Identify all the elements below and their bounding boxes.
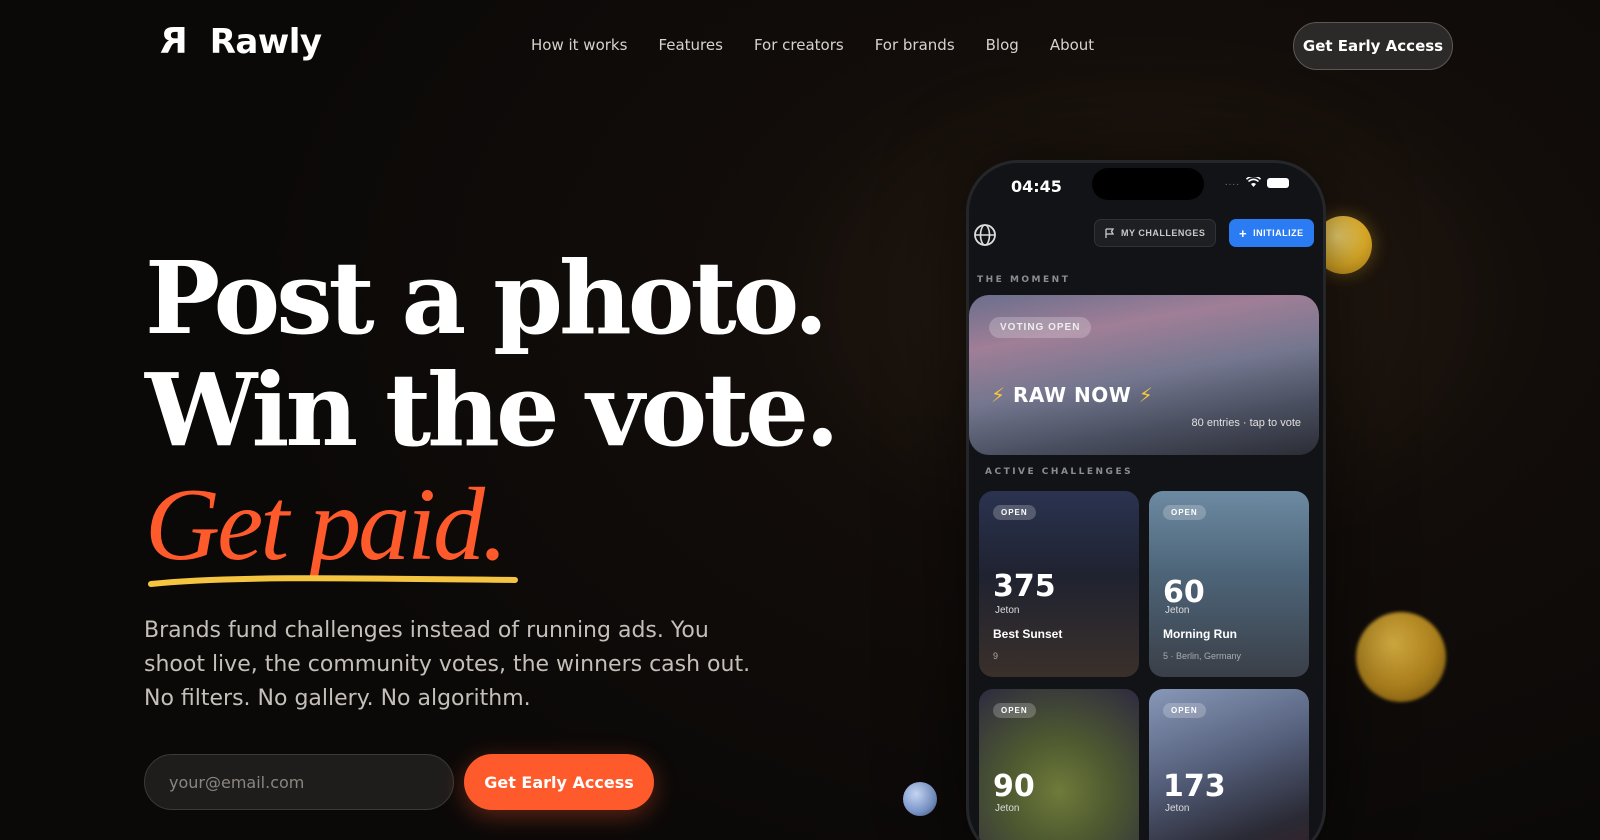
voting-status-badge: VOTING OPEN [989,317,1092,338]
status-icons: .... [1225,177,1289,188]
hero-early-access-button[interactable]: Get Early Access [464,754,654,810]
nav-link-features[interactable]: Features [658,36,723,54]
challenge-reward-unit: Jeton [1165,605,1190,616]
moment-title-text: RAW NOW [1013,383,1132,407]
flag-icon [1105,227,1115,238]
nav-links: How it works Features For creators For b… [531,36,1094,54]
challenge-card[interactable]: OPEN 90 Jeton [979,689,1139,840]
nav-link-how-it-works[interactable]: How it works [531,36,627,54]
nav-link-for-brands[interactable]: For brands [875,36,955,54]
headline-underline [148,575,518,587]
email-input[interactable] [144,754,454,810]
brand-name: Rawly [209,22,322,62]
wifi-icon [1246,177,1261,187]
nav-link-blog[interactable]: Blog [986,36,1019,54]
bolt-icon: ⚡ [991,383,1006,407]
globe-icon[interactable] [973,223,997,247]
nav-link-for-creators[interactable]: For creators [754,36,844,54]
logo-mark-icon: R [160,21,188,62]
challenge-status-badge: OPEN [1163,505,1206,520]
plus-icon: + [1239,225,1248,241]
active-challenges-label: ACTIVE CHALLENGES [985,467,1134,477]
nav-link-about[interactable]: About [1050,36,1094,54]
hero-headline: Post a photo. Win the vote. Get paid. [145,239,840,582]
my-challenges-label: MY CHALLENGES [1121,228,1206,238]
challenge-name: Morning Run [1163,627,1237,641]
challenge-status-badge: OPEN [993,505,1036,520]
challenge-reward: 90 [993,769,1035,804]
signal-icon: .... [1224,177,1240,188]
initialize-label: INITIALIZE [1253,228,1304,238]
bolt-icon: ⚡ [1138,383,1154,407]
top-nav: R Rawly How it works Features For creato… [0,0,1600,92]
signup-form: Get Early Access [144,754,654,810]
challenge-reward: 173 [1163,769,1226,804]
challenge-entries: 9 [993,651,999,661]
headline-line-2: Win the vote. [145,351,840,469]
challenge-reward-unit: Jeton [1165,803,1190,814]
challenge-reward-unit: Jeton [995,803,1020,814]
app-bar: MY CHALLENGES + INITIALIZE [969,215,1323,259]
challenge-card[interactable]: OPEN 173 Jeton [1149,689,1309,840]
moment-card[interactable]: VOTING OPEN ⚡ RAW NOW ⚡ 80 entries · tap… [969,295,1319,455]
headline-line-1: Post a photo. [145,239,828,357]
my-challenges-button[interactable]: MY CHALLENGES [1094,219,1217,247]
moment-title: ⚡ RAW NOW ⚡ [991,383,1153,407]
gold-coin-icon [1356,612,1446,702]
challenge-name: Best Sunset [993,627,1063,641]
initialize-button[interactable]: + INITIALIZE [1229,219,1314,247]
moment-entries: 80 entries · tap to vote [1191,417,1301,429]
phone-mockup: 04:45 .... MY CHALLENGES + INITIALIZE TH… [966,160,1326,840]
challenge-meta: 5 · Berlin, Germany [1163,651,1242,661]
brand-logo[interactable]: R Rawly [160,21,322,62]
challenge-status-badge: OPEN [1163,703,1206,718]
hero-subcopy: Brands fund challenges instead of runnin… [144,618,751,711]
challenge-card[interactable]: OPEN 60 Jeton Morning Run 5 · Berlin, Ge… [1149,491,1309,677]
status-time: 04:45 [1011,177,1062,196]
silver-coin-icon [903,782,937,816]
challenge-reward: 375 [993,569,1056,604]
headline-line-3: Get paid. [145,467,508,582]
battery-icon [1267,177,1289,188]
challenge-status-badge: OPEN [993,703,1036,718]
moment-section-label: THE MOMENT [977,275,1071,285]
challenge-reward-unit: Jeton [995,605,1020,616]
challenge-card[interactable]: OPEN 375 Jeton Best Sunset 9 [979,491,1139,677]
nav-early-access-button[interactable]: Get Early Access [1293,22,1453,70]
dynamic-island [1092,168,1204,200]
